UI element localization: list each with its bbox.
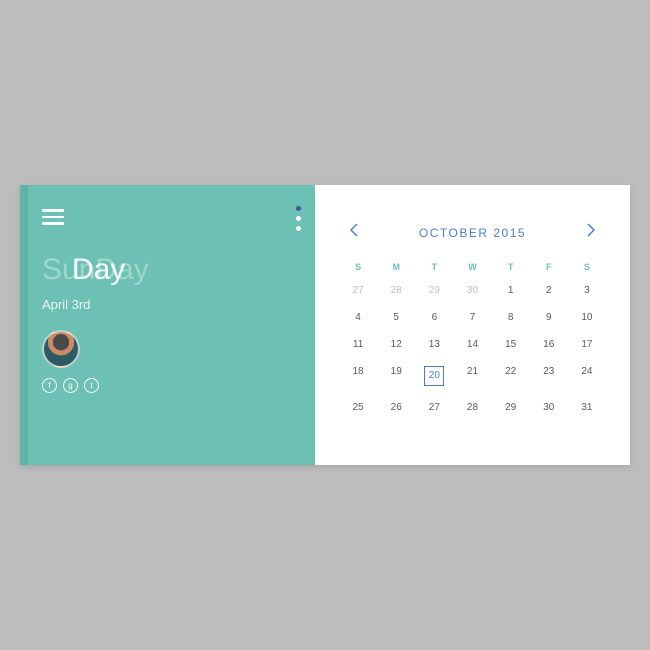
date-subtitle: April 3rd bbox=[42, 297, 293, 312]
twitter-icon[interactable]: t bbox=[84, 378, 99, 393]
page-dots[interactable] bbox=[296, 201, 301, 236]
page-dot[interactable] bbox=[296, 226, 301, 231]
calendar-day[interactable]: 13 bbox=[415, 336, 453, 353]
google-plus-icon[interactable]: g bbox=[63, 378, 78, 393]
day-of-week-label: S bbox=[339, 262, 377, 272]
calendar-day[interactable]: 21 bbox=[453, 363, 491, 389]
day-of-week-label: M bbox=[377, 262, 415, 272]
calendar-day[interactable]: 30 bbox=[530, 399, 568, 416]
calendar-day[interactable]: 11 bbox=[339, 336, 377, 353]
calendar-day[interactable]: 15 bbox=[492, 336, 530, 353]
day-of-week-label: F bbox=[530, 262, 568, 272]
calendar-header: OCTOBER 2015 bbox=[345, 219, 600, 246]
hamburger-icon[interactable] bbox=[42, 209, 293, 225]
prev-month-button[interactable] bbox=[345, 219, 363, 246]
calendar-day[interactable]: 5 bbox=[377, 309, 415, 326]
calendar-day[interactable]: 31 bbox=[568, 399, 606, 416]
calendar-panel: OCTOBER 2015 SMTWTFS27282930123456789101… bbox=[315, 185, 630, 465]
calendar-day[interactable]: 2 bbox=[530, 282, 568, 299]
left-accent-bar bbox=[20, 185, 28, 465]
calendar-title: OCTOBER 2015 bbox=[419, 226, 526, 240]
profile-panel: SunDay Day April 3rd fgt bbox=[20, 185, 315, 465]
page-dot[interactable] bbox=[296, 206, 301, 211]
calendar-day[interactable]: 18 bbox=[339, 363, 377, 389]
calendar-day[interactable]: 27 bbox=[339, 282, 377, 299]
calendar-day[interactable]: 9 bbox=[530, 309, 568, 326]
day-title-front: Day bbox=[72, 253, 125, 287]
calendar-day[interactable]: 28 bbox=[377, 282, 415, 299]
calendar-day[interactable]: 7 bbox=[453, 309, 491, 326]
calendar-day[interactable]: 17 bbox=[568, 336, 606, 353]
day-title: SunDay Day bbox=[42, 253, 293, 293]
calendar-day[interactable]: 24 bbox=[568, 363, 606, 389]
calendar-day[interactable]: 26 bbox=[377, 399, 415, 416]
calendar-day[interactable]: 25 bbox=[339, 399, 377, 416]
calendar-day[interactable]: 14 bbox=[453, 336, 491, 353]
calendar-day[interactable]: 10 bbox=[568, 309, 606, 326]
page-dot[interactable] bbox=[296, 216, 301, 221]
day-of-week-label: W bbox=[453, 262, 491, 272]
calendar-day[interactable]: 23 bbox=[530, 363, 568, 389]
day-of-week-label: T bbox=[492, 262, 530, 272]
calendar-card: SunDay Day April 3rd fgt OCTOBER 2015 SM… bbox=[20, 185, 630, 465]
facebook-icon[interactable]: f bbox=[42, 378, 57, 393]
calendar-day[interactable]: 12 bbox=[377, 336, 415, 353]
calendar-day[interactable]: 19 bbox=[377, 363, 415, 389]
calendar-day[interactable]: 22 bbox=[492, 363, 530, 389]
next-month-button[interactable] bbox=[582, 219, 600, 246]
calendar-day[interactable]: 3 bbox=[568, 282, 606, 299]
calendar-day[interactable]: 27 bbox=[415, 399, 453, 416]
calendar-day[interactable]: 6 bbox=[415, 309, 453, 326]
calendar-grid: SMTWTFS272829301234567891011121314151617… bbox=[339, 262, 606, 416]
avatar[interactable] bbox=[42, 330, 80, 368]
day-of-week-label: S bbox=[568, 262, 606, 272]
calendar-day[interactable]: 30 bbox=[453, 282, 491, 299]
day-of-week-label: T bbox=[415, 262, 453, 272]
calendar-day[interactable]: 8 bbox=[492, 309, 530, 326]
calendar-day[interactable]: 16 bbox=[530, 336, 568, 353]
calendar-day[interactable]: 4 bbox=[339, 309, 377, 326]
calendar-day[interactable]: 29 bbox=[492, 399, 530, 416]
calendar-day[interactable]: 29 bbox=[415, 282, 453, 299]
calendar-day[interactable]: 28 bbox=[453, 399, 491, 416]
calendar-day-selected[interactable]: 20 bbox=[415, 363, 453, 389]
social-row: fgt bbox=[42, 378, 293, 393]
calendar-day[interactable]: 1 bbox=[492, 282, 530, 299]
